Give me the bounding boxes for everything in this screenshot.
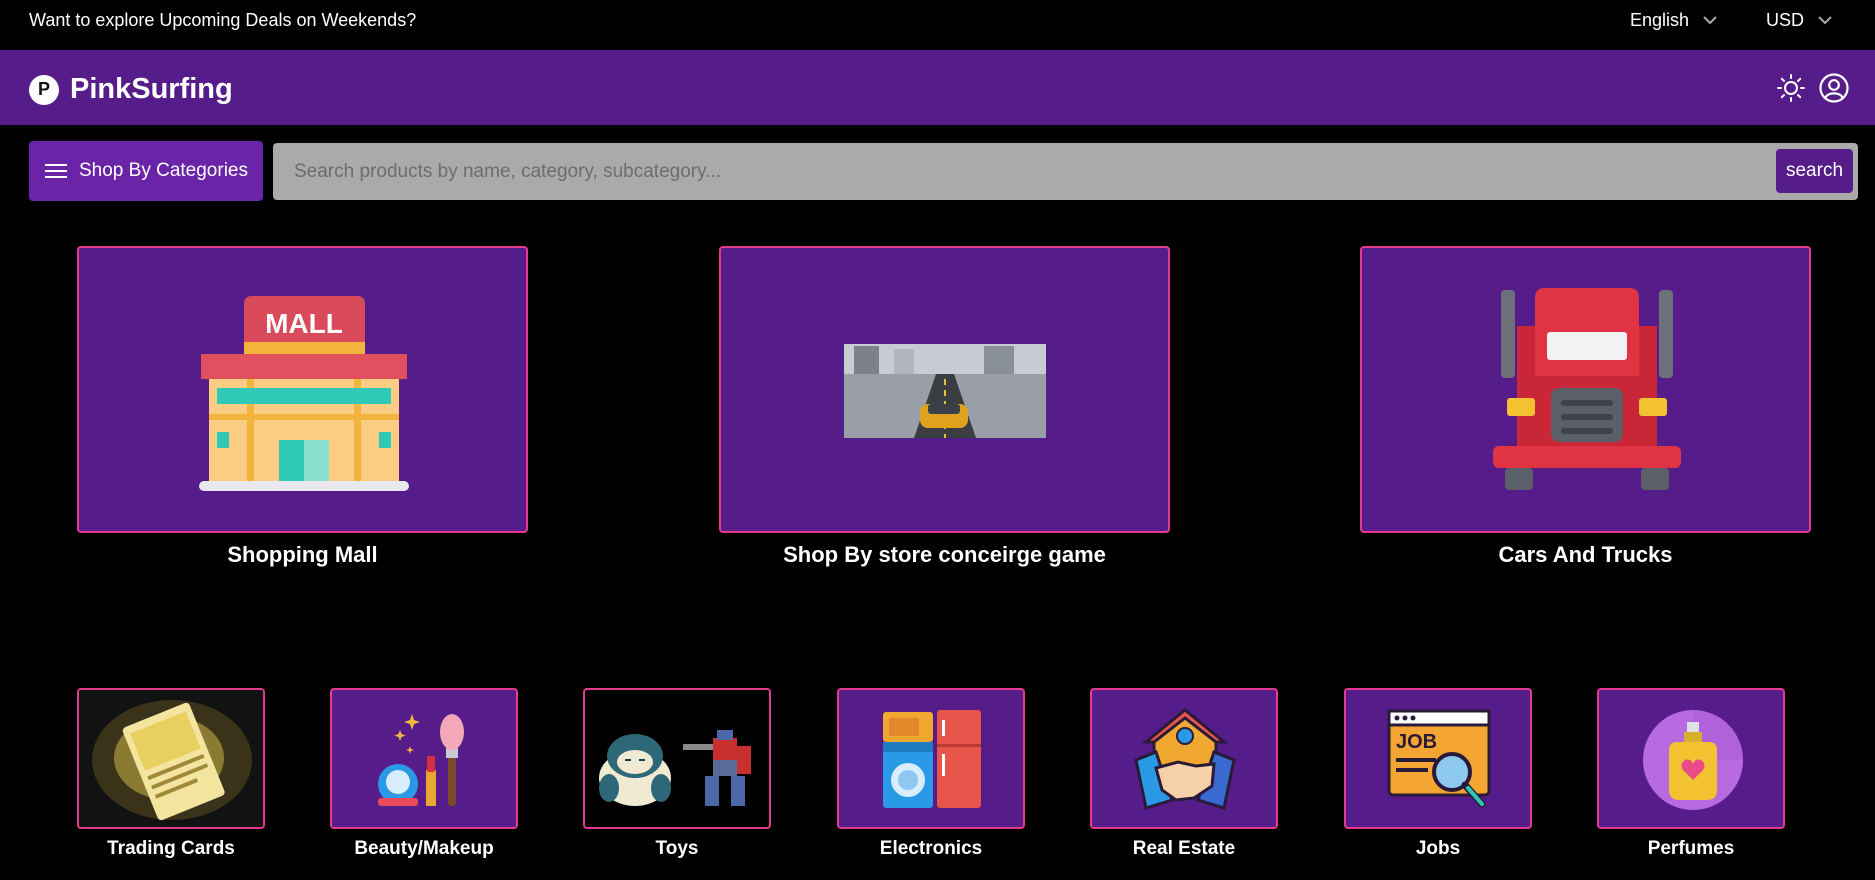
featured-label: Shopping Mall: [227, 542, 378, 567]
logo-badge: P: [29, 74, 59, 105]
search-input[interactable]: [273, 143, 1763, 200]
job-search-icon: JOB: [1387, 709, 1491, 808]
mall-icon: MALL: [199, 296, 409, 491]
category-label: Toys: [655, 838, 699, 859]
currency-selector[interactable]: USD: [1766, 10, 1832, 31]
featured-label: Shop By store conceirge game: [783, 542, 1106, 567]
perfume-icon: [1643, 710, 1743, 810]
category-label: Jobs: [1415, 838, 1461, 859]
category-card-electronics[interactable]: [837, 688, 1025, 829]
site-header: P PinkSurfing: [0, 50, 1875, 125]
language-selector[interactable]: English: [1630, 10, 1717, 31]
featured-label: Cars And Trucks: [1498, 542, 1673, 567]
appliances-icon: [883, 710, 981, 808]
toys-image: [599, 730, 751, 806]
promo-link[interactable]: Want to explore Upcoming Deals on Weeken…: [29, 10, 416, 31]
featured-card-cars-trucks[interactable]: [1360, 246, 1811, 533]
category-card-trading-cards[interactable]: [77, 688, 265, 829]
category-card-jobs[interactable]: JOB: [1344, 688, 1532, 829]
currency-value: USD: [1766, 10, 1805, 30]
makeup-icon: [378, 714, 464, 806]
user-account-icon[interactable]: [1818, 72, 1850, 104]
chevron-down-icon: [1818, 16, 1832, 25]
announcement-bar: Want to explore Upcoming Deals on Weeken…: [0, 0, 1875, 50]
category-label: Electronics: [879, 838, 983, 859]
svg-text:JOB: JOB: [1396, 731, 1437, 753]
search-button[interactable]: search: [1776, 149, 1853, 193]
category-card-real-estate[interactable]: [1090, 688, 1278, 829]
game-screenshot: [844, 344, 1046, 438]
truck-icon: [1493, 288, 1681, 490]
featured-card-concierge-game[interactable]: [719, 246, 1170, 533]
category-label: Real Estate: [1132, 838, 1236, 859]
trading-card-image: [79, 690, 263, 827]
shop-by-categories-button[interactable]: Shop By Categories: [29, 141, 263, 201]
search-bar: search: [273, 143, 1858, 200]
category-label: Perfumes: [1647, 838, 1735, 859]
category-card-toys[interactable]: [583, 688, 771, 829]
svg-text:MALL: MALL: [265, 308, 343, 339]
chevron-down-icon: [1703, 16, 1717, 25]
real-estate-icon: [1134, 708, 1236, 810]
category-label: Beauty/Makeup: [354, 838, 494, 859]
category-label: Trading Cards: [107, 838, 235, 859]
brand-logo[interactable]: P PinkSurfing: [29, 73, 233, 106]
language-value: English: [1630, 10, 1690, 30]
category-card-beauty-makeup[interactable]: [330, 688, 518, 829]
sun-icon[interactable]: [1775, 72, 1807, 104]
brand-name: PinkSurfing: [70, 73, 233, 105]
category-card-perfumes[interactable]: [1597, 688, 1785, 829]
categories-label: Shop By Categories: [79, 160, 248, 181]
hamburger-menu-icon: [45, 164, 67, 178]
featured-card-shopping-mall[interactable]: MALL: [77, 246, 528, 533]
